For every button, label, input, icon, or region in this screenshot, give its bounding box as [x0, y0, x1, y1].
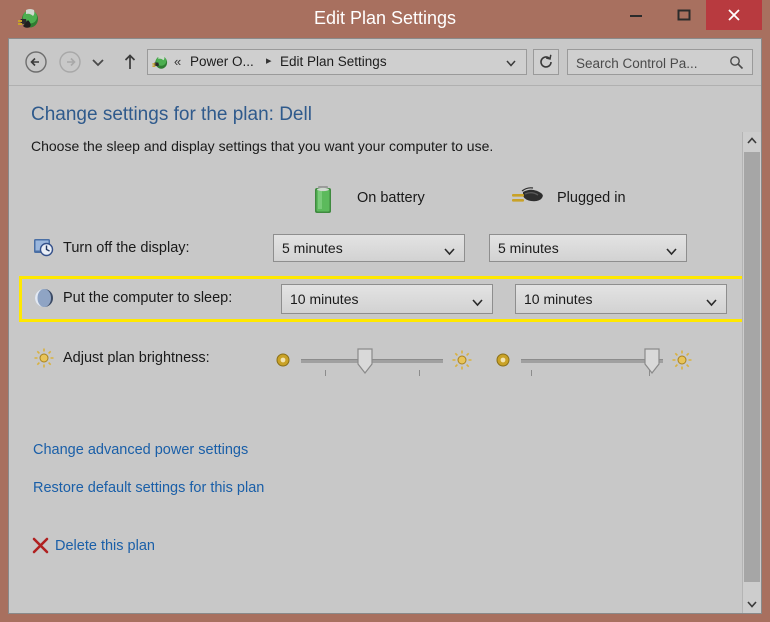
slider-brightness-on-battery[interactable]	[267, 344, 475, 378]
title-bar: Edit Plan Settings	[8, 0, 762, 38]
chevron-down-icon	[443, 244, 456, 262]
setting-row-adjust-plan-brightness: Adjust plan brightness:	[9, 344, 761, 378]
dropdown-value: 10 minutes	[524, 291, 593, 307]
dropdown-turn-off-display-plugged-in[interactable]: 5 minutes	[489, 234, 687, 262]
dropdown-sleep-on-battery[interactable]: 10 minutes	[281, 284, 493, 314]
display-clock-icon	[33, 237, 55, 259]
setting-label: Put the computer to sleep:	[63, 290, 233, 306]
slider-thumb[interactable]	[357, 348, 373, 374]
navigation-bar: « Power O... ▸ Edit Plan Settings	[9, 39, 761, 85]
search-box[interactable]	[567, 49, 753, 76]
power-options-icon	[151, 53, 170, 72]
column-header-label: Plugged in	[557, 190, 626, 206]
slider-brightness-plugged-in[interactable]	[487, 344, 695, 378]
breadcrumb-item-edit-plan-settings[interactable]: Edit Plan Settings	[280, 54, 387, 69]
setting-label: Adjust plan brightness:	[63, 350, 210, 366]
chevron-down-icon	[665, 244, 678, 262]
link-delete-this-plan[interactable]: Delete this plan	[55, 538, 155, 554]
column-header-label: On battery	[357, 190, 425, 206]
scroll-down-arrow-icon[interactable]	[743, 595, 761, 613]
minimize-button[interactable]	[613, 0, 658, 30]
slider-tick	[419, 370, 420, 376]
page-subtitle: Choose the sleep and display settings th…	[31, 138, 494, 154]
address-bar[interactable]: « Power O... ▸ Edit Plan Settings	[147, 49, 527, 75]
link-change-advanced-power-settings[interactable]: Change advanced power settings	[33, 442, 248, 458]
dim-brightness-icon	[495, 352, 511, 373]
dropdown-turn-off-display-on-battery[interactable]: 5 minutes	[273, 234, 465, 262]
breadcrumb-item-power-options[interactable]: Power O...	[190, 54, 254, 69]
dropdown-value: 5 minutes	[498, 240, 559, 256]
forward-button[interactable]	[57, 49, 83, 75]
dropdown-value: 5 minutes	[282, 240, 343, 256]
scroll-thumb[interactable]	[744, 152, 760, 582]
setting-row-put-computer-to-sleep: Put the computer to sleep: 10 minutes 10…	[9, 284, 761, 318]
page-title: Change settings for the plan: Dell	[31, 104, 312, 125]
dropdown-sleep-plugged-in[interactable]: 10 minutes	[515, 284, 727, 314]
slider-track[interactable]	[521, 359, 663, 363]
chevron-down-icon[interactable]	[504, 56, 518, 75]
breadcrumb-separator: ▸	[266, 55, 272, 67]
bright-brightness-icon	[451, 349, 473, 376]
chevron-down-icon	[471, 295, 484, 313]
breadcrumb-leading-separator: «	[174, 54, 182, 69]
brightness-sun-icon	[33, 347, 55, 369]
search-icon[interactable]	[729, 55, 744, 75]
window-frame: Edit Plan Settings « Power O... ▸ Edit P…	[0, 0, 770, 622]
power-plug-icon	[509, 187, 547, 220]
back-button[interactable]	[23, 49, 49, 75]
column-header-on-battery: On battery	[309, 182, 425, 216]
column-header-plugged-in: Plugged in	[509, 182, 626, 216]
maximize-button[interactable]	[661, 0, 706, 30]
setting-row-turn-off-display: Turn off the display: 5 minutes 5 minute…	[9, 234, 761, 268]
battery-icon	[309, 186, 337, 220]
dim-brightness-icon	[275, 352, 291, 373]
refresh-icon[interactable]	[533, 49, 559, 75]
vertical-scrollbar[interactable]	[742, 132, 761, 613]
setting-label: Turn off the display:	[63, 240, 190, 256]
slider-tick	[531, 370, 532, 376]
client-area: « Power O... ▸ Edit Plan Settings Search…	[8, 38, 762, 614]
sleep-moon-icon	[33, 287, 55, 309]
content-pane: Change settings for the plan: Dell Choos…	[9, 85, 761, 613]
slider-tick	[325, 370, 326, 376]
scroll-up-arrow-icon[interactable]	[743, 132, 761, 150]
chevron-down-icon	[705, 295, 718, 313]
link-restore-default-settings[interactable]: Restore default settings for this plan	[33, 480, 264, 496]
close-button[interactable]	[706, 0, 762, 30]
up-one-level-button[interactable]	[117, 49, 143, 75]
search-input[interactable]	[574, 50, 726, 76]
dropdown-value: 10 minutes	[290, 291, 359, 307]
recent-pages-button[interactable]	[89, 55, 107, 69]
bright-brightness-icon	[671, 349, 693, 376]
red-x-icon	[31, 536, 51, 556]
slider-thumb[interactable]	[644, 348, 660, 374]
